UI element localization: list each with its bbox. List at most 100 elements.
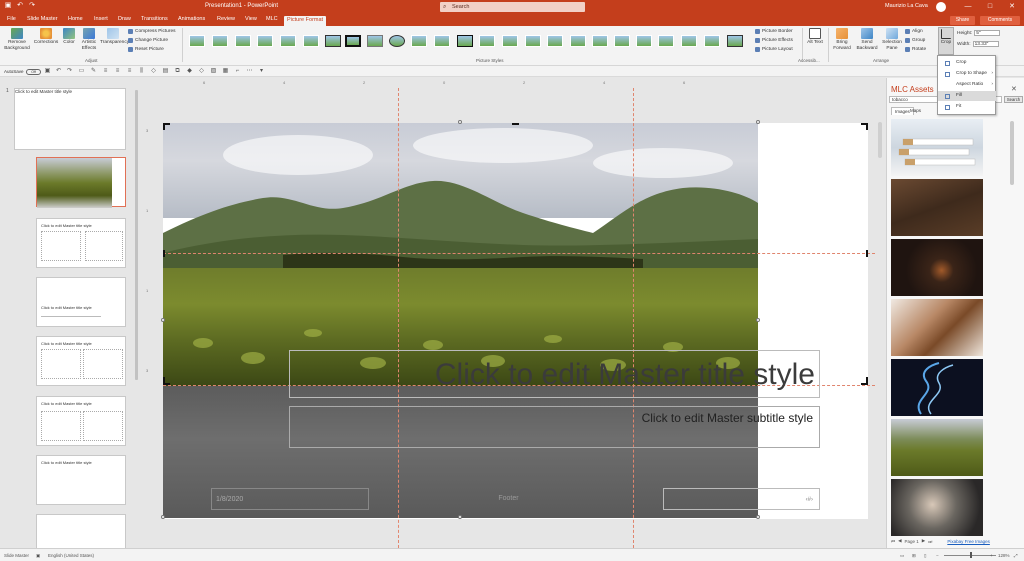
resize-handle[interactable]: [756, 318, 760, 322]
picture-style[interactable]: [614, 35, 630, 47]
thumbnail-layout[interactable]: Click to edit Master title style: [36, 336, 126, 386]
selected-picture[interactable]: [163, 123, 758, 518]
footer-placeholder[interactable]: Footer: [381, 488, 636, 510]
avatar[interactable]: [936, 2, 946, 12]
rotate-button[interactable]: Rotate: [905, 46, 926, 52]
result-image-smoke[interactable]: [891, 359, 983, 416]
remove-background-button[interactable]: Remove Background: [3, 28, 31, 51]
undo-icon[interactable]: ↶: [55, 68, 62, 75]
corrections-button[interactable]: Corrections: [33, 28, 59, 46]
picture-style[interactable]: [325, 35, 341, 47]
comments-button[interactable]: Comments: [980, 16, 1020, 25]
title-placeholder[interactable]: Click to edit Master title style: [289, 350, 820, 398]
thumbnail-layout[interactable]: Click to edit Master title style: [36, 455, 126, 505]
first-page-icon[interactable]: ⏮: [891, 539, 895, 544]
crop-handle[interactable]: [866, 250, 868, 257]
slide-sorter-icon[interactable]: ⊞: [912, 553, 916, 559]
tab-file[interactable]: File: [7, 16, 16, 22]
zoom-slider-thumb[interactable]: [970, 552, 972, 558]
minimize-button[interactable]: —: [962, 1, 974, 13]
tab-picture-format[interactable]: Picture Format: [284, 16, 327, 26]
crop-handle[interactable]: [163, 250, 165, 257]
crop-button[interactable]: Crop: [938, 27, 954, 55]
height-input[interactable]: 5": [974, 30, 1001, 36]
scrollbar-thumb[interactable]: [878, 122, 882, 158]
width-field[interactable]: Width: 13.33": [957, 41, 999, 47]
crop-handle[interactable]: [512, 123, 519, 125]
result-image-tobacco-closeup[interactable]: [891, 299, 983, 356]
crop-handle[interactable]: [866, 123, 868, 130]
compress-pictures-button[interactable]: Compress Pictures: [128, 28, 176, 34]
picture-style[interactable]: [547, 35, 563, 47]
picture-style[interactable]: [212, 35, 228, 47]
result-image-tobacco-leaves[interactable]: [891, 179, 983, 236]
subtitle-placeholder[interactable]: Click to edit Master subtitle style: [289, 406, 820, 448]
tab-insert[interactable]: Insert: [94, 16, 108, 22]
scrollbar-thumb[interactable]: [135, 90, 138, 380]
thumbnail-layout-selected[interactable]: [36, 157, 126, 208]
pane-search-button[interactable]: Search: [1004, 96, 1023, 103]
crop-handle[interactable]: [163, 377, 165, 384]
picture-style[interactable]: [727, 35, 743, 47]
alt-text-button[interactable]: Alt Text: [805, 28, 825, 46]
thumbnail-master[interactable]: Click to edit Master title style: [14, 88, 126, 150]
fit-slide-icon[interactable]: ⤢: [1014, 553, 1018, 558]
align-button[interactable]: Align: [905, 28, 923, 34]
tab-draw[interactable]: Draw: [118, 16, 131, 22]
zoom-in-icon[interactable]: +: [990, 553, 993, 558]
selection-pane-button[interactable]: Selection Pane: [880, 28, 904, 51]
resize-handle[interactable]: [458, 515, 462, 519]
picture-style[interactable]: [345, 35, 361, 47]
thumbnail-scrollbar[interactable]: [134, 88, 139, 548]
redo-icon[interactable]: ↷: [28, 2, 36, 10]
result-image-field[interactable]: [891, 419, 983, 476]
scrollbar-thumb[interactable]: [1010, 121, 1014, 185]
align-left-icon[interactable]: ≡: [102, 68, 109, 75]
crop-handle[interactable]: [866, 377, 868, 384]
menu-item-fill[interactable]: Fill: [938, 91, 996, 101]
tab-slide-master[interactable]: Slide Master: [27, 16, 58, 22]
tab-view[interactable]: View: [245, 16, 257, 22]
picture-style[interactable]: [592, 35, 608, 47]
guide-vertical[interactable]: [398, 88, 399, 548]
pixabay-link[interactable]: Pixabay Free Images: [947, 539, 990, 544]
presenter-icon[interactable]: ▭: [78, 68, 85, 75]
change-picture-button[interactable]: Change Picture: [128, 37, 168, 43]
resize-handle[interactable]: [161, 515, 165, 519]
maximize-button[interactable]: □: [984, 1, 996, 13]
tab-review[interactable]: Review: [217, 16, 235, 22]
pane-scrollbar[interactable]: [1009, 119, 1015, 529]
thumbnail-layout[interactable]: [36, 514, 126, 548]
picture-style[interactable]: [434, 35, 450, 47]
zoom-out-icon[interactable]: −: [936, 553, 939, 558]
tab-mlc[interactable]: MLC: [266, 16, 278, 22]
reset-picture-button[interactable]: Reset Picture: [128, 46, 164, 52]
slide-number-placeholder[interactable]: ‹#›: [663, 488, 820, 510]
picture-style[interactable]: [704, 35, 720, 47]
picture-style[interactable]: [389, 35, 405, 47]
group-icon[interactable]: ⧉: [174, 68, 181, 75]
prev-page-icon[interactable]: ◀: [898, 538, 901, 544]
distribute-icon[interactable]: ⫼: [138, 68, 145, 75]
save-icon[interactable]: ▣: [4, 2, 12, 10]
picture-style[interactable]: [189, 35, 205, 47]
width-input[interactable]: 13.33": [972, 41, 999, 47]
picture-effects-button[interactable]: Picture Effects: [755, 37, 793, 43]
customize-icon[interactable]: ▾: [258, 68, 265, 75]
guide-horizontal[interactable]: [163, 253, 875, 254]
result-image-cigarettes[interactable]: [891, 119, 983, 176]
resize-handle[interactable]: [161, 318, 165, 322]
tab-home[interactable]: Home: [68, 16, 83, 22]
picture-style[interactable]: [303, 35, 319, 47]
menu-item-crop-to-shape[interactable]: Crop to Shape ›: [938, 69, 996, 79]
picture-icon[interactable]: ▨: [210, 68, 217, 75]
color-button[interactable]: Color: [60, 28, 78, 46]
tab-transitions[interactable]: Transitions: [141, 16, 168, 22]
crop-small-icon[interactable]: ⌐: [234, 68, 241, 75]
picture-style[interactable]: [367, 35, 383, 47]
picture-style[interactable]: [570, 35, 586, 47]
height-field[interactable]: Height: 5": [957, 30, 1001, 36]
bring-forward-button[interactable]: Bring Forward: [830, 28, 854, 51]
table-icon[interactable]: ▦: [222, 68, 229, 75]
resize-handle[interactable]: [756, 515, 760, 519]
